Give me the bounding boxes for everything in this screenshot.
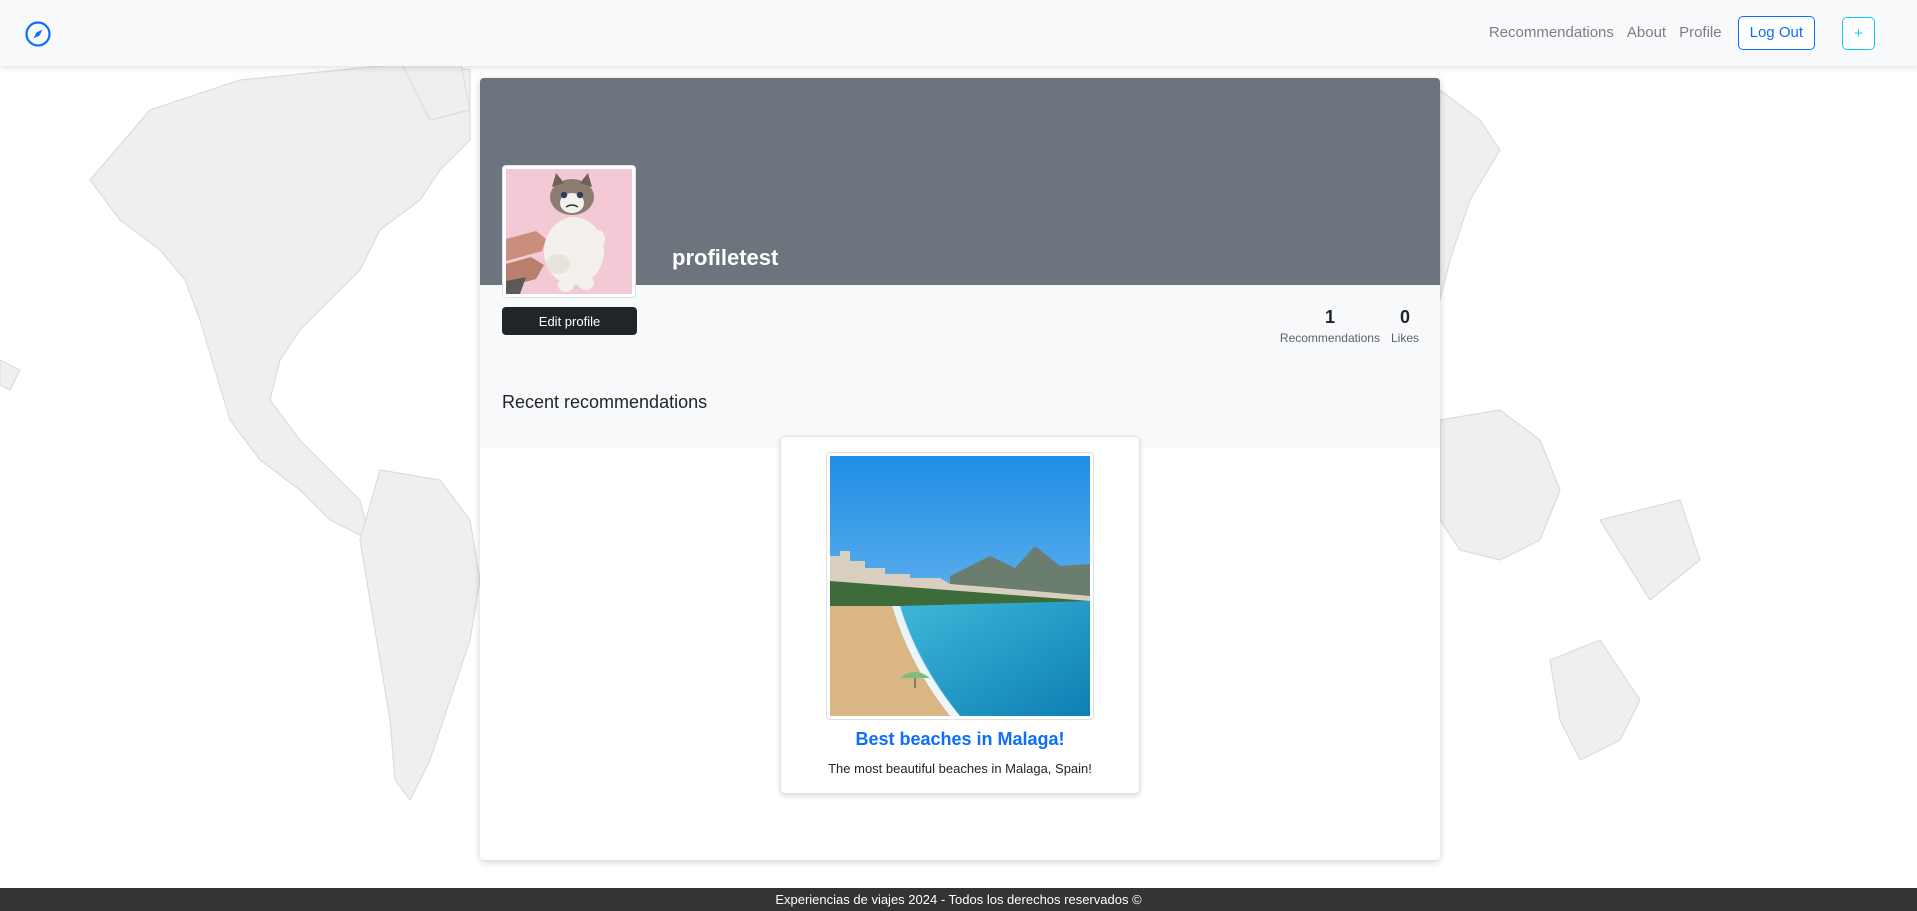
profile-username: profiletest	[672, 245, 779, 270]
beach-photo	[830, 456, 1090, 716]
nav-links: Recommendations About Profile Log Out +	[1489, 15, 1875, 51]
stat-likes: 0 Likes	[1391, 306, 1419, 345]
profile-card: profiletest Edit profile 1 Recommendatio…	[480, 78, 1440, 860]
stat-recommendations-label: Recommendations	[1279, 331, 1380, 345]
profile-stats: 1 Recommendations 0 Likes	[1269, 306, 1419, 345]
recent-recommendations-title: Recent recommendations	[502, 392, 708, 412]
avatar-image	[506, 169, 632, 294]
stat-recommendations: 1 Recommendations	[1280, 306, 1380, 345]
nav-link-recommendations[interactable]: Recommendations	[1489, 15, 1614, 51]
navbar: Recommendations About Profile Log Out +	[0, 0, 1917, 66]
recommendation-image[interactable]	[826, 452, 1094, 720]
add-recommendation-button[interactable]: +	[1842, 16, 1875, 50]
logout-button[interactable]: Log Out	[1737, 16, 1815, 50]
stat-likes-label: Likes	[1390, 331, 1419, 345]
footer: Experiencias de viajes 2024 - Todos los …	[0, 888, 1917, 911]
edit-profile-button[interactable]: Edit profile	[502, 307, 637, 335]
nav-link-profile[interactable]: Profile	[1679, 15, 1722, 51]
nav-link-about[interactable]: About	[1627, 15, 1666, 51]
recommendation-description: The most beautiful beaches in Malaga, Sp…	[828, 761, 1092, 776]
compass-icon	[25, 21, 51, 47]
recommendation-card[interactable]: Best beaches in Malaga! The most beautif…	[780, 436, 1140, 794]
stat-recommendations-value: 1	[1324, 307, 1335, 327]
recommendation-title-link[interactable]: Best beaches in Malaga!	[781, 729, 1139, 750]
brand-logo[interactable]	[24, 20, 52, 48]
stat-likes-value: 0	[1399, 307, 1410, 327]
avatar	[502, 165, 636, 298]
